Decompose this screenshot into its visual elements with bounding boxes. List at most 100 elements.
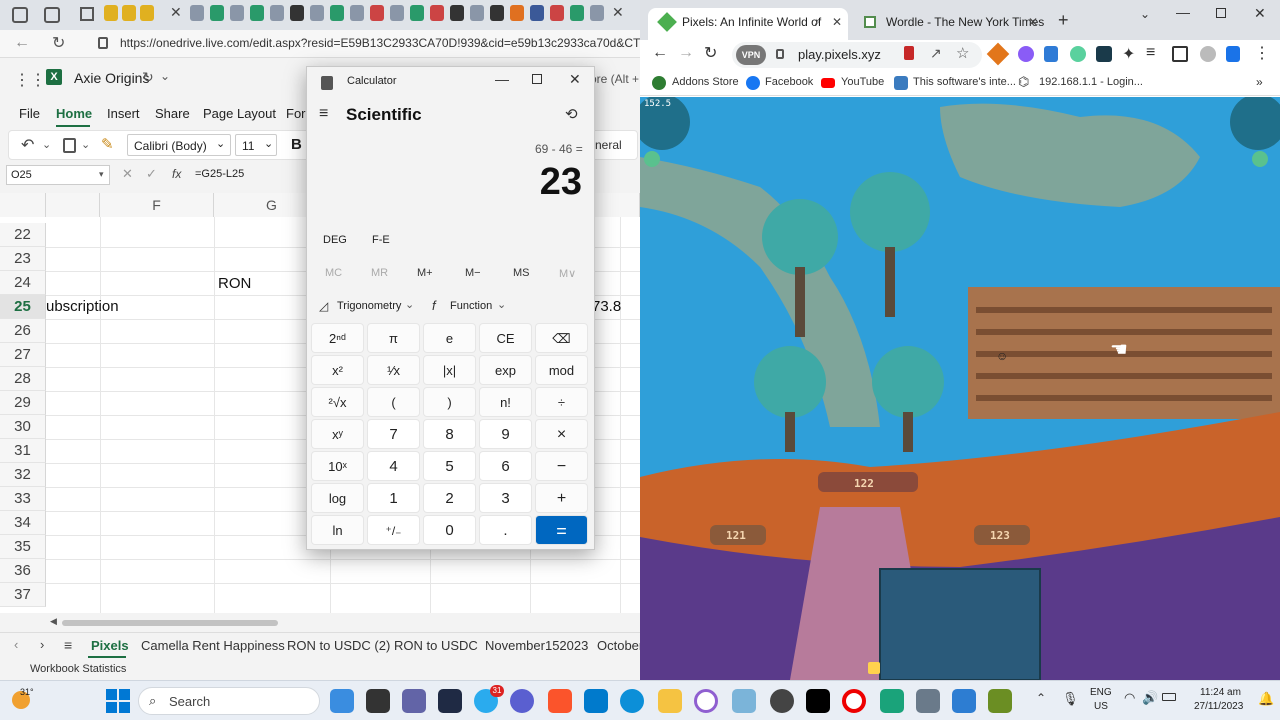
- log-button[interactable]: log: [311, 483, 364, 513]
- memory-store-button[interactable]: MS: [513, 267, 530, 279]
- second-function-button[interactable]: 2ⁿᵈ: [311, 323, 364, 353]
- add-button[interactable]: +: [535, 483, 588, 513]
- workspaces-icon[interactable]: [12, 7, 28, 23]
- tell-me-search[interactable]: ore (Alt +: [590, 72, 639, 86]
- tab-pixels[interactable]: Pixels: An Infinite World of ♪ ✕: [648, 8, 848, 40]
- bookmark-facebook[interactable]: Facebook: [765, 76, 813, 88]
- photos-icon[interactable]: [732, 689, 756, 713]
- bookmark-router[interactable]: 192.168.1.1 - Login...: [1039, 76, 1143, 88]
- ten-power-button[interactable]: 10ˣ: [311, 451, 364, 481]
- font-name-select[interactable]: Calibri (Body) ⌄: [127, 134, 231, 156]
- clear-entry-button[interactable]: CE: [479, 323, 532, 353]
- file-explorer-icon[interactable]: [658, 689, 682, 713]
- menu-insert[interactable]: Insert: [107, 106, 140, 121]
- app-icon[interactable]: [510, 689, 534, 713]
- extension-icon[interactable]: [1070, 46, 1086, 62]
- fe-button[interactable]: F-E: [372, 234, 390, 246]
- app-icon[interactable]: [694, 689, 718, 713]
- row-header[interactable]: 37: [0, 583, 46, 607]
- file-name[interactable]: Axie Origins: [74, 70, 149, 86]
- volume-icon[interactable]: 🔊: [1142, 690, 1158, 706]
- battery-icon[interactable]: [1162, 693, 1176, 701]
- chevron-down-icon[interactable]: ⌄: [81, 138, 90, 151]
- column-header-f[interactable]: F: [100, 193, 214, 217]
- site-info-icon[interactable]: [776, 49, 784, 59]
- app-icon[interactable]: [770, 689, 794, 713]
- cell-e25[interactable]: ubscription: [46, 298, 119, 315]
- extension-icon[interactable]: [904, 46, 914, 60]
- power-button[interactable]: xʸ: [311, 419, 364, 449]
- autosave-icon[interactable]: ↻: [142, 69, 154, 86]
- metamask-icon[interactable]: [986, 42, 1010, 66]
- language-indicator[interactable]: ENG: [1090, 687, 1112, 698]
- maximize-button[interactable]: [532, 74, 542, 84]
- scroll-left-icon[interactable]: ◀: [50, 616, 57, 627]
- teams-icon[interactable]: [402, 689, 426, 713]
- chevron-down-icon[interactable]: ⌄: [160, 69, 170, 83]
- factorial-button[interactable]: n!: [479, 387, 532, 417]
- tab-search-icon[interactable]: ⌄: [1140, 7, 1150, 21]
- shield-icon[interactable]: [1044, 46, 1058, 62]
- puzzle-icon[interactable]: ✦: [1122, 44, 1135, 64]
- copilot-icon[interactable]: [330, 689, 354, 713]
- tab-favicon[interactable]: [190, 5, 204, 21]
- row-header[interactable]: 35: [0, 535, 46, 559]
- vscode-icon[interactable]: [584, 689, 608, 713]
- player-character[interactable]: ☺: [996, 349, 1008, 363]
- vpn-badge[interactable]: VPN: [736, 45, 766, 65]
- tab-audio-icon[interactable]: ♪: [814, 8, 820, 36]
- cell-partial-25[interactable]: 73.8: [592, 298, 621, 315]
- digit-5-button[interactable]: 5: [423, 451, 476, 481]
- extension-icon[interactable]: [1018, 46, 1034, 62]
- intellij-icon[interactable]: [806, 689, 830, 713]
- tab-favicon[interactable]: [530, 5, 544, 21]
- row-header[interactable]: 22: [0, 223, 46, 247]
- chevron-down-icon[interactable]: ⌄: [497, 298, 506, 311]
- minimize-button[interactable]: —: [1176, 4, 1190, 20]
- back-arrow-icon[interactable]: ←: [652, 44, 668, 62]
- undo-icon[interactable]: ↶: [21, 135, 34, 155]
- refresh-icon[interactable]: ↻: [704, 43, 717, 63]
- sidebar-icon[interactable]: [1172, 46, 1188, 62]
- paste-icon[interactable]: [63, 138, 76, 153]
- profile-avatar[interactable]: [1200, 46, 1216, 62]
- mod-button[interactable]: mod: [535, 355, 588, 385]
- memory-list-button[interactable]: M∨: [559, 267, 576, 280]
- memory-recall-button[interactable]: MR: [371, 267, 388, 279]
- microphone-icon[interactable]: 🎙: [1062, 691, 1079, 707]
- row-header[interactable]: 32: [0, 463, 46, 487]
- scrollbar-thumb[interactable]: [62, 620, 278, 626]
- digit-7-button[interactable]: 7: [367, 419, 420, 449]
- wifi-icon[interactable]: ◠: [1124, 690, 1135, 706]
- sheet-tab[interactable]: October: [597, 638, 640, 653]
- tab-favicon[interactable]: [270, 5, 284, 21]
- horizontal-scrollbar[interactable]: ◀: [46, 616, 640, 630]
- workbook-statistics[interactable]: Workbook Statistics: [30, 663, 126, 675]
- hamburger-menu-icon[interactable]: ≡: [319, 105, 328, 123]
- app-icon[interactable]: [952, 689, 976, 713]
- extension-icon[interactable]: [1096, 46, 1112, 62]
- close-tab-icon[interactable]: ✕: [832, 8, 842, 36]
- media-icon[interactable]: ≡: [1146, 44, 1155, 62]
- digit-4-button[interactable]: 4: [367, 451, 420, 481]
- ln-button[interactable]: ln: [311, 515, 364, 545]
- tab-favicon[interactable]: [290, 5, 304, 21]
- multiply-button[interactable]: ×: [535, 419, 588, 449]
- sheet-tab[interactable]: Camella Rent Happiness: [141, 638, 285, 653]
- function-dropdown[interactable]: Function: [450, 300, 492, 312]
- row-header[interactable]: 28: [0, 367, 46, 391]
- next-sheet-icon[interactable]: ›: [40, 637, 44, 652]
- confirm-formula-icon[interactable]: ✓: [146, 166, 157, 182]
- back-arrow-icon[interactable]: ←: [14, 34, 30, 52]
- hud-button[interactable]: [644, 151, 660, 167]
- right-url-text[interactable]: play.pixels.xyz: [798, 47, 881, 62]
- equals-button[interactable]: =: [535, 515, 588, 545]
- edge-icon[interactable]: [620, 689, 644, 713]
- digit-3-button[interactable]: 3: [479, 483, 532, 513]
- memory-subtract-button[interactable]: M−: [465, 267, 481, 279]
- number-format-select[interactable]: neral: [595, 138, 622, 152]
- game-canvas[interactable]: 152.5 122 121 123 ☺ ☚: [640, 97, 1280, 680]
- refresh-icon[interactable]: ↻: [52, 33, 65, 53]
- calculator-icon[interactable]: [916, 689, 940, 713]
- sheet-tab[interactable]: November152023: [485, 638, 588, 653]
